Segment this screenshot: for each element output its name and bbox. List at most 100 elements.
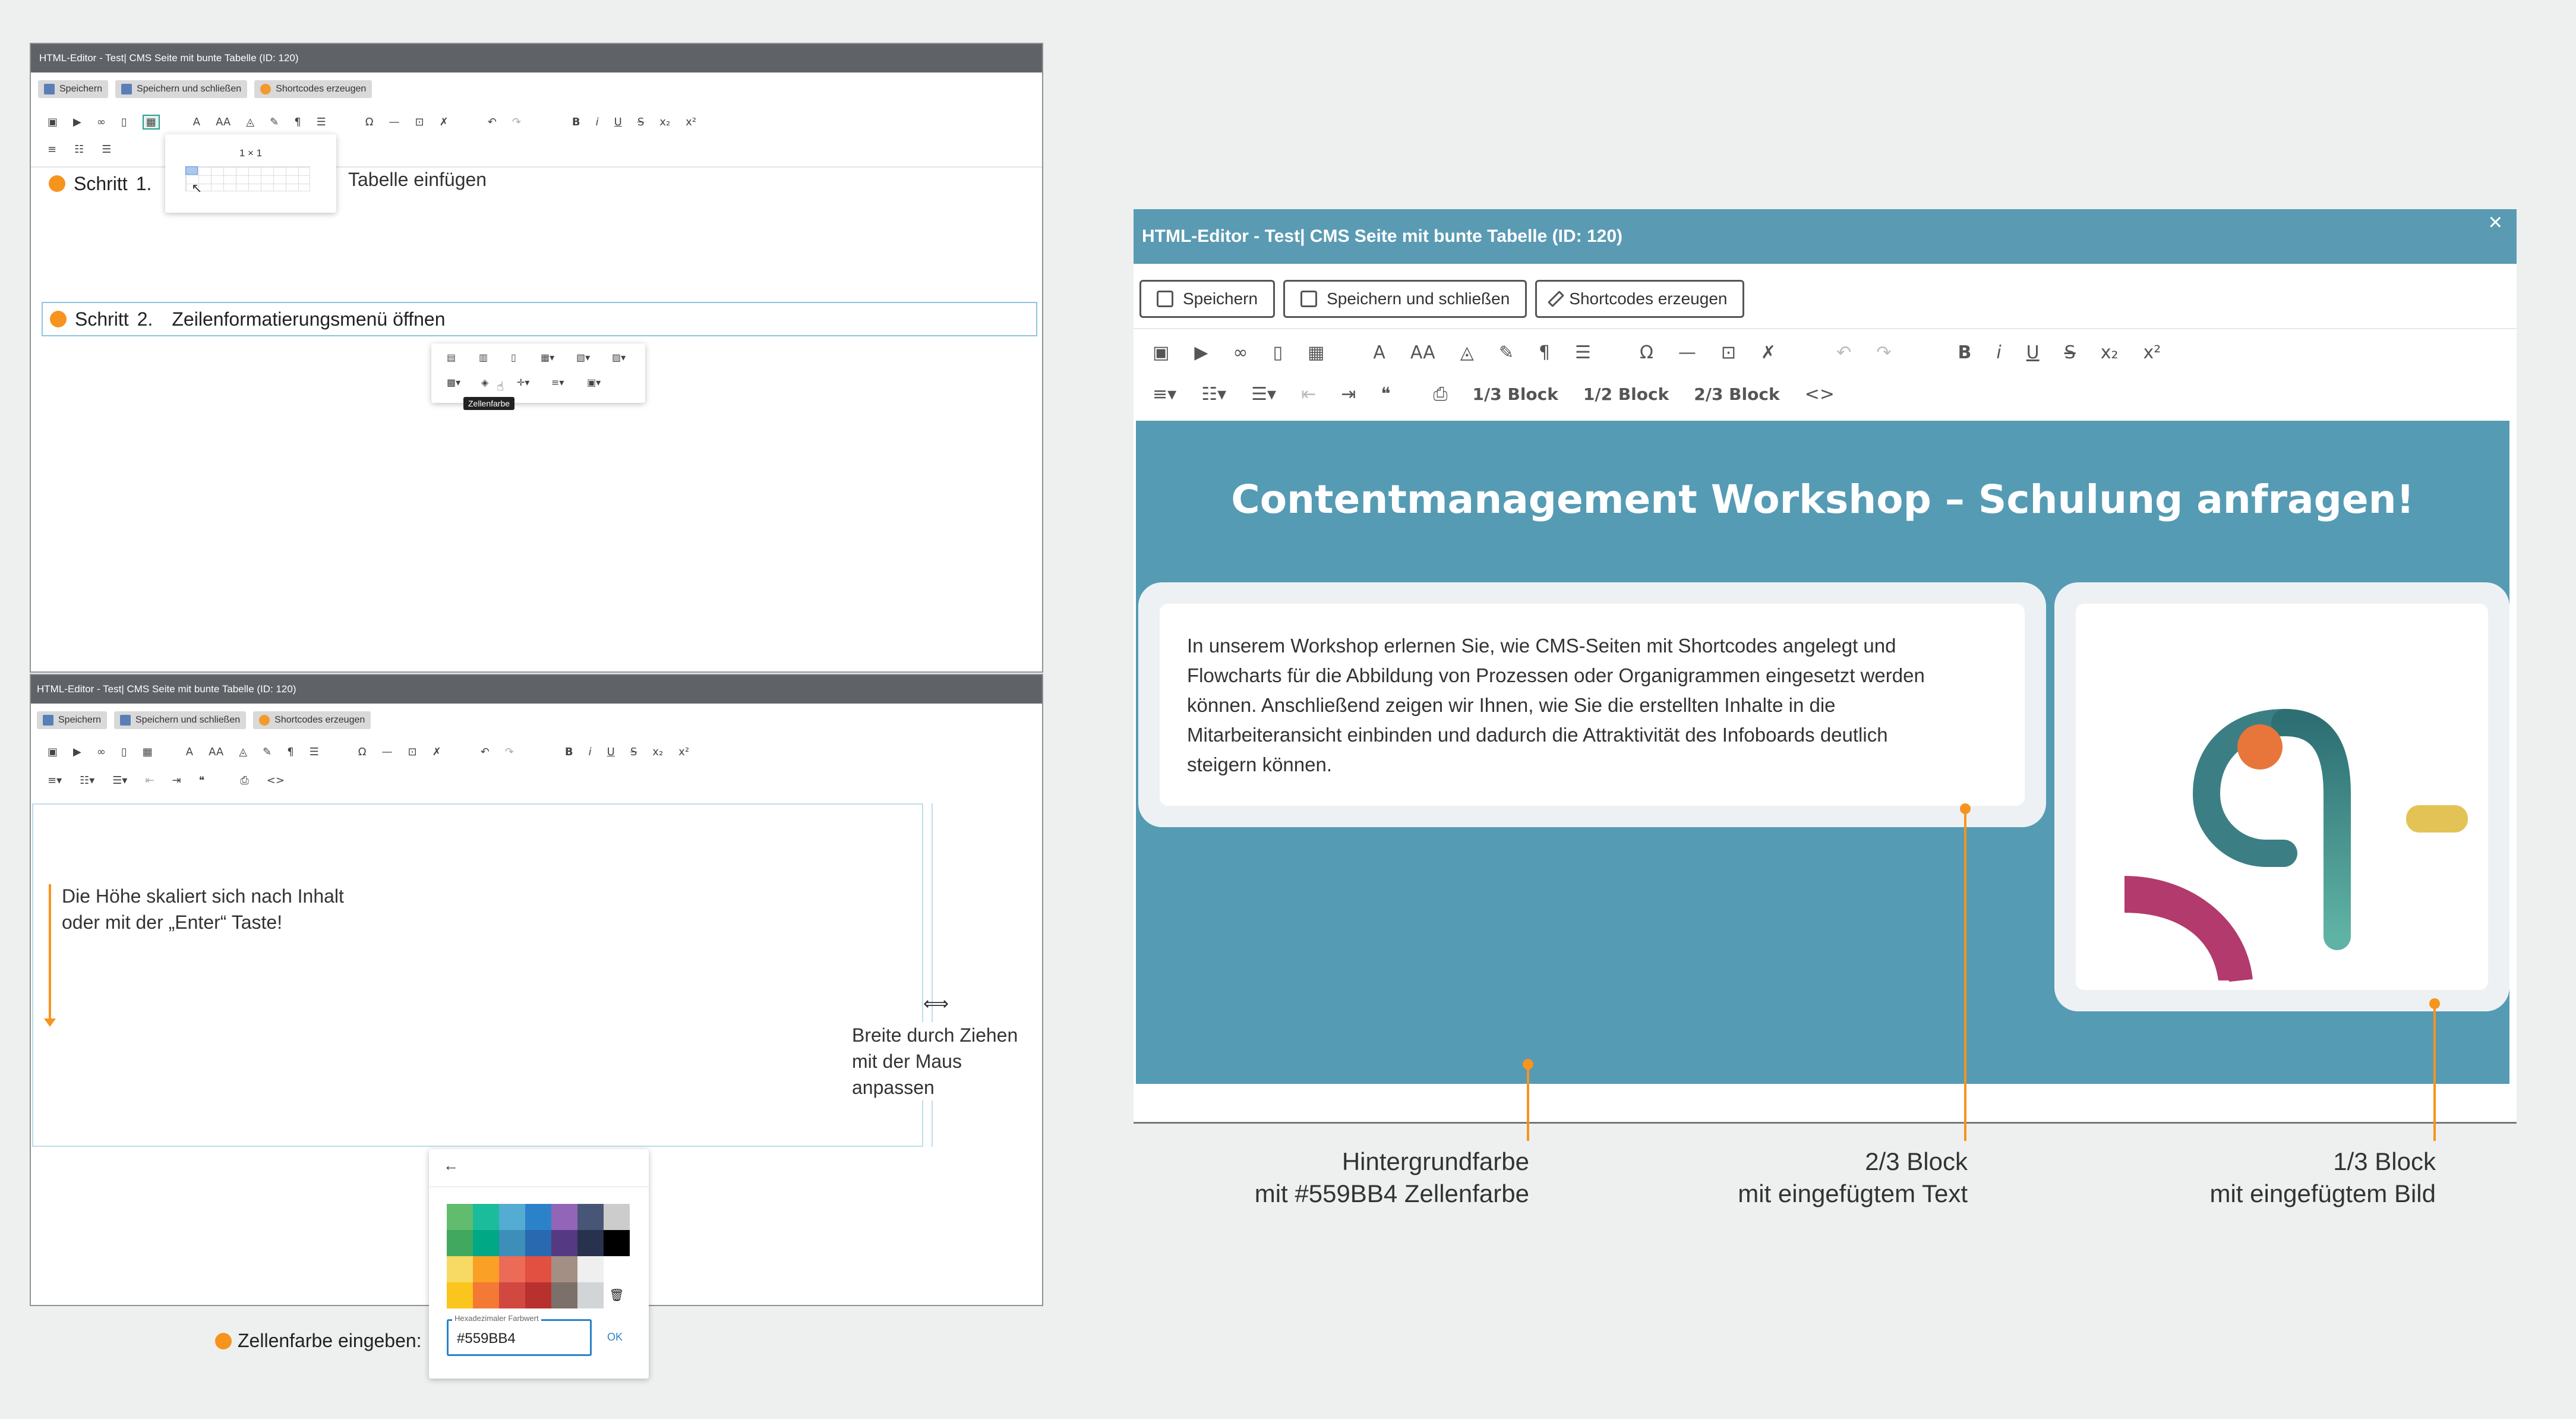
background-color-icon[interactable]: ◬ xyxy=(239,746,247,758)
font-size-icon[interactable]: AA xyxy=(216,116,231,128)
clear-format-icon[interactable]: ✗ xyxy=(440,116,449,128)
background-color-icon[interactable]: ◬ xyxy=(1460,342,1474,363)
video-icon[interactable]: ▶ xyxy=(73,116,81,128)
table-grid[interactable] xyxy=(185,166,310,191)
color-swatch[interactable] xyxy=(473,1204,499,1230)
resize-handle-icon[interactable]: ⟺ xyxy=(923,994,949,1014)
color-swatch[interactable] xyxy=(577,1204,604,1230)
undo-icon[interactable]: ↶ xyxy=(1836,342,1851,363)
color-swatch[interactable] xyxy=(473,1256,499,1282)
color-swatch[interactable] xyxy=(525,1282,551,1308)
special-char-icon[interactable]: Ω xyxy=(358,746,367,758)
font-size-icon[interactable]: AA xyxy=(209,746,223,758)
undo-icon[interactable]: ↶ xyxy=(488,116,497,128)
paragraph-icon[interactable]: ¶ xyxy=(1539,342,1550,363)
bold-icon[interactable]: B xyxy=(565,746,573,758)
superscript-icon[interactable]: x² xyxy=(686,116,696,128)
superscript-icon[interactable]: x² xyxy=(2143,342,2161,363)
horizontal-rule-icon[interactable]: — xyxy=(382,746,393,758)
image-icon[interactable]: ▣ xyxy=(1153,342,1169,363)
horizontal-rule-icon[interactable]: — xyxy=(389,116,400,128)
block-half-button[interactable]: 1/2 Block xyxy=(1583,384,1669,404)
block-one-third-button[interactable]: 1/3 Block xyxy=(1473,384,1558,404)
undo-icon[interactable]: ↶ xyxy=(481,746,490,758)
line-height-icon[interactable]: ☰ xyxy=(310,746,319,758)
clear-format-icon[interactable]: ✗ xyxy=(1761,342,1776,363)
color-swatch[interactable] xyxy=(447,1230,473,1256)
table-icon[interactable]: ▦ xyxy=(142,114,160,130)
color-swatch[interactable] xyxy=(499,1204,525,1230)
shortcodes-button[interactable]: Shortcodes erzeugen xyxy=(254,80,372,98)
strikethrough-icon[interactable]: S xyxy=(2064,342,2076,363)
table-style-icon[interactable]: ▨▾ xyxy=(612,352,626,363)
save-button[interactable]: Speichern xyxy=(37,711,108,729)
color-swatch[interactable] xyxy=(447,1204,473,1230)
color-swatch[interactable] xyxy=(551,1256,577,1282)
table-icon[interactable]: ▦ xyxy=(143,746,153,758)
quote-icon[interactable]: ❝ xyxy=(1381,384,1390,405)
color-swatch[interactable] xyxy=(577,1282,604,1308)
color-swatch[interactable] xyxy=(604,1230,630,1256)
font-color-icon[interactable]: A xyxy=(193,116,200,128)
two-third-block[interactable]: In unserem Workshop erlernen Sie, wie CM… xyxy=(1138,582,2046,827)
color-swatch[interactable] xyxy=(499,1256,525,1282)
outdent-icon[interactable]: ⇤ xyxy=(1301,384,1316,405)
color-swatch[interactable] xyxy=(499,1230,525,1256)
table-row-icon[interactable]: ▦▾ xyxy=(541,352,554,363)
file-icon[interactable]: ▯ xyxy=(121,116,127,128)
delete-table-icon[interactable]: ▯ xyxy=(511,352,516,363)
block-two-third-button[interactable]: 2/3 Block xyxy=(1694,384,1779,404)
ordered-list-icon[interactable]: ☷ xyxy=(74,143,84,156)
delete-color-icon[interactable]: 🗑 xyxy=(604,1282,630,1308)
redo-icon[interactable]: ↷ xyxy=(1876,342,1891,363)
table-column-icon[interactable]: ▧▾ xyxy=(576,352,590,363)
bold-icon[interactable]: B xyxy=(572,116,580,128)
cell-style-icon[interactable]: ▣▾ xyxy=(587,377,601,388)
strikethrough-icon[interactable]: S xyxy=(630,746,637,758)
subscript-icon[interactable]: x₂ xyxy=(652,746,663,758)
image-icon[interactable]: ▣ xyxy=(48,116,58,128)
color-swatch[interactable] xyxy=(551,1230,577,1256)
italic-icon[interactable]: i xyxy=(1996,342,2001,363)
one-third-block[interactable] xyxy=(2054,582,2509,1011)
table-footer-icon[interactable]: ▥ xyxy=(479,352,488,363)
file-icon[interactable]: ▯ xyxy=(121,746,127,758)
cell-align-icon[interactable]: ✛▾ xyxy=(517,377,529,388)
cell-valign-icon[interactable]: ≡▾ xyxy=(551,377,564,388)
clear-format-icon[interactable]: ✗ xyxy=(433,746,441,758)
select-all-icon[interactable]: ⊡ xyxy=(415,116,424,128)
ordered-list-icon[interactable]: ☷▾ xyxy=(80,774,94,787)
video-icon[interactable]: ▶ xyxy=(73,746,81,758)
eraser-icon[interactable]: ✎ xyxy=(263,746,272,758)
italic-icon[interactable]: i xyxy=(596,116,599,128)
font-color-icon[interactable]: A xyxy=(186,746,193,758)
subscript-icon[interactable]: x₂ xyxy=(2101,342,2119,363)
background-color-icon[interactable]: ◬ xyxy=(246,116,254,128)
table-icon[interactable]: ▦ xyxy=(1308,342,1324,363)
save-close-button[interactable]: Speichern und schließen xyxy=(115,80,248,98)
ok-button[interactable]: OK xyxy=(607,1331,623,1344)
italic-icon[interactable]: i xyxy=(589,746,592,758)
quote-icon[interactable]: ❝ xyxy=(199,774,205,787)
special-char-icon[interactable]: Ω xyxy=(365,116,374,128)
color-swatch[interactable] xyxy=(525,1204,551,1230)
cell-color-icon[interactable]: ◈ xyxy=(481,377,488,388)
color-swatch[interactable] xyxy=(577,1256,604,1282)
superscript-icon[interactable]: x² xyxy=(678,746,689,758)
indent-icon[interactable]: ⇥ xyxy=(1341,384,1356,405)
table-header-icon[interactable]: ▤ xyxy=(447,352,456,363)
unordered-list-icon[interactable]: ☰ xyxy=(102,143,111,156)
color-swatch[interactable] xyxy=(604,1256,630,1282)
special-char-icon[interactable]: Ω xyxy=(1640,342,1653,363)
unordered-list-icon[interactable]: ☰▾ xyxy=(1251,384,1276,405)
ordered-list-icon[interactable]: ☷▾ xyxy=(1201,384,1226,405)
save-button[interactable]: Speichern xyxy=(1139,280,1276,318)
eraser-icon[interactable]: ✎ xyxy=(270,116,279,128)
table-cell[interactable] xyxy=(32,803,923,1147)
shortcodes-button[interactable]: Shortcodes erzeugen xyxy=(1535,280,1745,318)
close-icon[interactable]: × xyxy=(2489,209,2502,236)
file-icon[interactable]: ▯ xyxy=(1273,342,1283,363)
line-height-icon[interactable]: ☰ xyxy=(1575,342,1591,363)
color-swatch[interactable] xyxy=(604,1204,630,1230)
table-size-picker[interactable]: 1 × 1 ↖ xyxy=(165,134,336,213)
